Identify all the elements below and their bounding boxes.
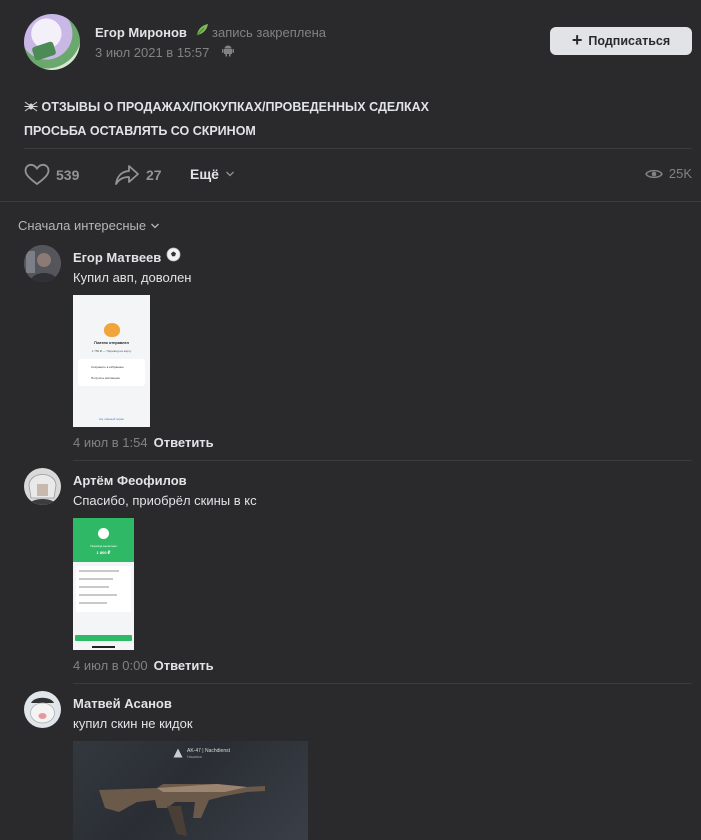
plus-icon: + xyxy=(571,30,583,50)
post-text-line-1: ОТЗЫВЫ О ПРОДАЖАХ/ПОКУПКАХ/ПРОВЕДЕННЫХ С… xyxy=(24,95,429,119)
screenshot-home-bar xyxy=(92,646,115,648)
post-text-line-2: ПРОСЬБА ОСТАВЛЯТЬ СО СКРИНОМ xyxy=(24,124,256,138)
payment-icon xyxy=(104,323,120,337)
avatar[interactable] xyxy=(24,468,61,505)
comment-author-name[interactable]: Артём Феофилов xyxy=(73,473,187,488)
avatar[interactable] xyxy=(24,245,61,282)
screenshot-title: Перевод выполнен xyxy=(90,544,117,548)
leaf-icon xyxy=(196,24,208,36)
pinned-label: запись закреплена xyxy=(212,25,326,40)
like-button[interactable]: 539 xyxy=(24,163,79,187)
comment-date[interactable]: 4 июл в 1:54 xyxy=(73,435,148,450)
comment: Матвей Асанов купил скин не кидок AK-47 … xyxy=(24,691,692,840)
views-count: 25K xyxy=(668,166,692,181)
screenshot-row xyxy=(79,594,117,596)
screenshot-footer: На главный экран xyxy=(99,417,124,421)
reply-button[interactable]: Ответить xyxy=(154,658,214,673)
rifle-image xyxy=(99,784,265,836)
divider xyxy=(0,201,701,202)
divider xyxy=(73,460,692,461)
screenshot-title: Платеж отправлен xyxy=(94,341,129,345)
divider xyxy=(73,683,692,684)
avatar-photo xyxy=(24,691,61,728)
avatar-photo xyxy=(24,468,61,505)
heart-icon xyxy=(24,163,50,186)
comments-sort-label: Сначала интересные xyxy=(18,218,147,233)
screenshot-amount: 1 750 ₽ — Перевод на карту xyxy=(91,349,132,353)
subscribe-label: Подписаться xyxy=(588,34,671,48)
spider-icon xyxy=(24,101,38,112)
screenshot-title: AK-47 | Nachdienst xyxy=(187,748,230,754)
share-button[interactable]: 27 xyxy=(114,163,162,187)
comment: Егор Матвеев Купил авп, доволен Платеж о… xyxy=(24,245,692,455)
chevron-down-icon xyxy=(151,223,160,228)
subscribe-button[interactable]: + Подписаться xyxy=(550,27,692,55)
comment-screenshot[interactable]: AK-47 | Nachdienst Нашивка xyxy=(73,741,308,840)
soccer-ball-icon xyxy=(166,247,181,262)
screenshot-row xyxy=(79,578,113,580)
screenshot-subtitle: Нашивка xyxy=(187,755,202,759)
post-text-line-1-text: ОТЗЫВЫ О ПРОДАЖАХ/ПОКУПКАХ/ПРОВЕДЕННЫХ С… xyxy=(41,100,429,114)
comment: Артём Феофилов Спасибо, приобрёл скины в… xyxy=(24,468,692,678)
avatar[interactable] xyxy=(24,691,61,728)
screenshot-row-1: Сохранить в избранное xyxy=(91,365,124,369)
comment-screenshot[interactable]: Платеж отправлен 1 750 ₽ — Перевод на ка… xyxy=(73,295,150,427)
screenshot-row xyxy=(79,602,107,604)
check-icon xyxy=(98,528,109,539)
android-icon xyxy=(222,45,234,57)
screenshot-row-2: Получить квитанцию xyxy=(91,376,120,380)
post-header: Егор Миронов запись закреплена 3 июл 202… xyxy=(24,14,694,70)
weapon-logo-icon xyxy=(173,748,183,758)
post-text: ОТЗЫВЫ О ПРОДАЖАХ/ПОКУПКАХ/ПРОВЕДЕННЫХ С… xyxy=(24,95,429,143)
like-count: 539 xyxy=(56,167,80,183)
comment-meta: 4 июл в 1:54 Ответить xyxy=(73,435,214,450)
author-avatar[interactable] xyxy=(24,14,80,70)
screenshot-card xyxy=(78,359,145,386)
screenshot-amount: 1 800 ₽ xyxy=(96,550,111,555)
comment-date[interactable]: 4 июл в 0:00 xyxy=(73,658,148,673)
comment-meta: 4 июл в 0:00 Ответить xyxy=(73,658,214,673)
views-counter: 25K xyxy=(645,166,692,181)
comment-author-name[interactable]: Егор Матвеев xyxy=(73,250,161,265)
more-label: Ещё xyxy=(190,166,219,182)
reply-button[interactable]: Ответить xyxy=(154,435,214,450)
comment-text: Спасибо, приобрёл скины в кс xyxy=(73,493,257,508)
screenshot-list xyxy=(76,566,131,612)
eye-icon xyxy=(645,169,663,178)
screenshot-green-button xyxy=(75,635,132,641)
comment-screenshot[interactable]: Перевод выполнен 1 800 ₽ xyxy=(73,518,134,650)
comment-text: Купил авп, доволен xyxy=(73,270,192,285)
comment-text: купил скин не кидок xyxy=(73,716,193,731)
screenshot-header xyxy=(73,518,134,562)
share-count: 27 xyxy=(146,167,162,183)
post-date[interactable]: 3 июл 2021 в 15:57 xyxy=(95,45,209,60)
post-actions: 539 27 Ещё 25K xyxy=(24,160,692,190)
chevron-down-icon xyxy=(225,171,234,177)
screenshot-row xyxy=(79,586,109,588)
comment-author-name[interactable]: Матвей Асанов xyxy=(73,696,172,711)
avatar-photo xyxy=(24,245,61,282)
divider xyxy=(24,148,692,149)
comments-sort-dropdown[interactable]: Сначала интересные xyxy=(18,218,160,233)
screenshot-row xyxy=(79,570,119,572)
post-author-name[interactable]: Егор Миронов xyxy=(95,25,187,40)
more-button[interactable]: Ещё xyxy=(190,166,235,182)
share-icon xyxy=(115,165,139,185)
